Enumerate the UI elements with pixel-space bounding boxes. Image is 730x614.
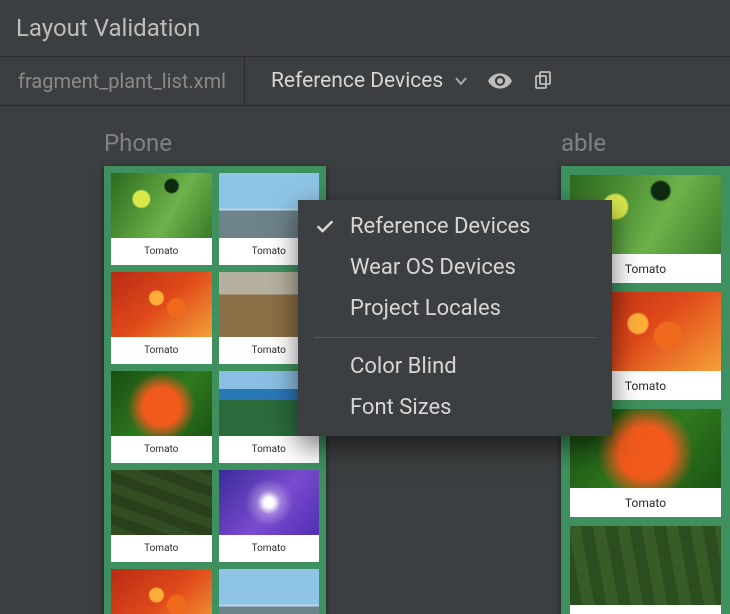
thumbnail-image <box>219 569 320 614</box>
thumbnail-caption: Tomato <box>570 605 721 614</box>
thumbnail-image <box>111 470 212 535</box>
device-set-dropdown: Reference Devices Wear OS Devices Project … <box>298 200 612 436</box>
device-set-selector[interactable]: Reference Devices <box>271 69 469 93</box>
device-label-foldable: able <box>561 129 606 157</box>
panel-title: Layout Validation <box>0 0 730 57</box>
thumbnail-image <box>111 173 212 238</box>
thumbnail-caption: Tomato <box>111 238 212 265</box>
thumbnail-caption: Tomato <box>111 535 212 562</box>
list-item[interactable]: Tomato <box>111 173 212 265</box>
menu-item-label: Wear OS Devices <box>350 255 516 280</box>
visibility-icon[interactable] <box>487 68 513 94</box>
menu-item-label: Reference Devices <box>350 214 531 239</box>
menu-item[interactable]: Wear OS Devices <box>298 247 612 288</box>
list-item[interactable]: Tomato <box>111 371 212 463</box>
file-tab[interactable]: fragment_plant_list.xml <box>0 57 245 105</box>
menu-item[interactable]: Color Blind <box>298 346 612 387</box>
menu-item-label: Font Sizes <box>350 395 451 420</box>
toolbar: fragment_plant_list.xml Reference Device… <box>0 57 730 106</box>
preview-phone[interactable]: TomatoTomatoTomatoTomatoTomatoTomatoToma… <box>104 166 326 614</box>
list-item[interactable] <box>111 569 212 614</box>
device-set-label: Reference Devices <box>271 69 443 93</box>
thumbnail-caption: Tomato <box>219 535 320 562</box>
thumbnail-caption: Tomato <box>111 436 212 463</box>
preview-area: Phone able Tomato Tomato Tomato Tomato Tomat… <box>0 106 730 614</box>
device-label-phone: Phone <box>104 129 172 157</box>
thumbnail-image <box>111 371 212 436</box>
thumbnail-image <box>219 470 320 535</box>
menu-item[interactable]: Project Locales <box>298 288 612 329</box>
thumbnail-image <box>111 272 212 337</box>
thumbnail-caption: Tomato <box>111 337 212 364</box>
copy-stack-icon[interactable] <box>531 69 555 93</box>
thumbnail-caption: Tomato <box>219 436 320 463</box>
list-item[interactable] <box>219 569 320 614</box>
check-icon <box>314 217 336 237</box>
thumbnail-image <box>111 569 212 614</box>
list-item[interactable]: Tomato <box>111 272 212 364</box>
menu-item-label: Project Locales <box>350 296 501 321</box>
chevron-down-icon <box>453 73 469 89</box>
menu-item[interactable]: Reference Devices <box>298 200 612 247</box>
list-item[interactable]: Tomato <box>111 470 212 562</box>
list-item[interactable]: Tomato <box>570 526 721 614</box>
thumbnail-caption: Tomato <box>570 488 721 517</box>
menu-item[interactable]: Font Sizes <box>298 387 612 436</box>
list-item[interactable]: Tomato <box>219 470 320 562</box>
menu-separator <box>314 337 596 338</box>
menu-item-label: Color Blind <box>350 354 457 379</box>
thumbnail-image <box>570 526 721 605</box>
